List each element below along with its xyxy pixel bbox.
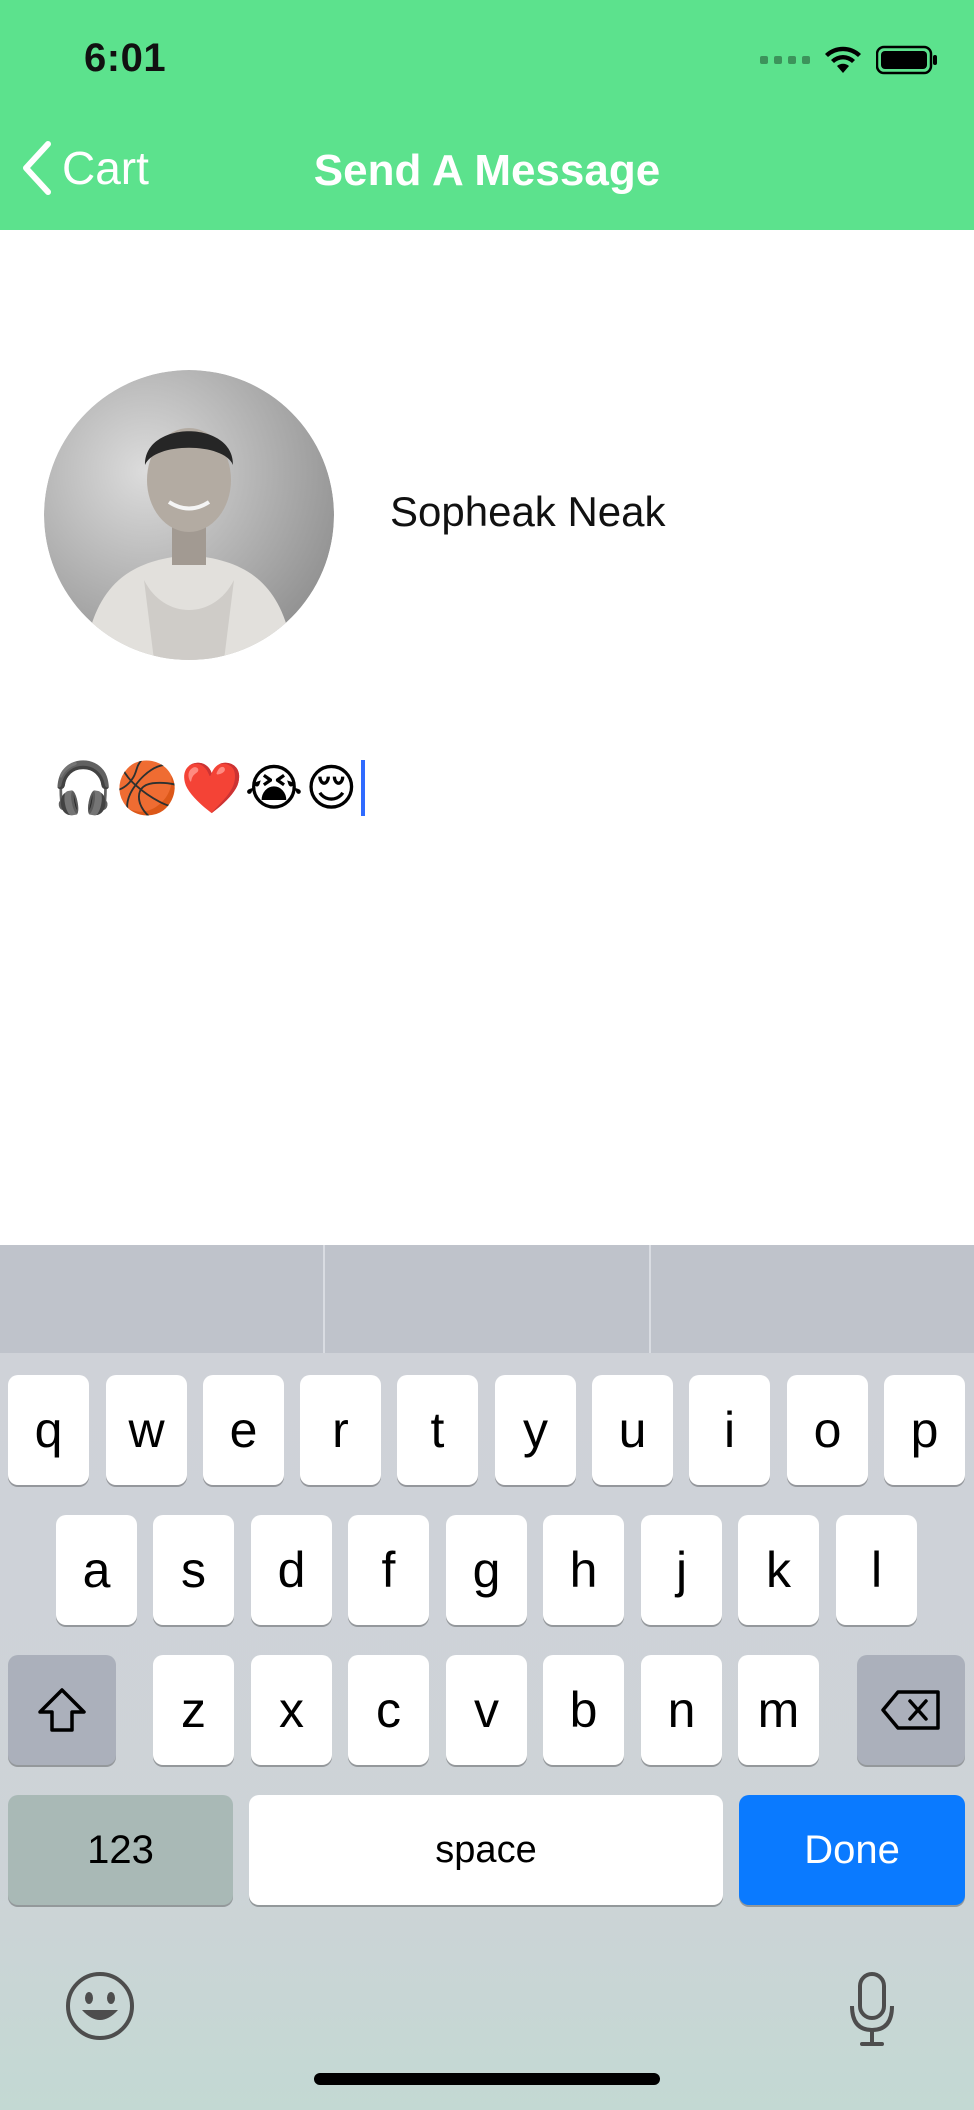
key-a[interactable]: a (56, 1515, 137, 1625)
numbers-key[interactable]: 123 (8, 1795, 233, 1905)
space-key[interactable]: space (249, 1795, 723, 1905)
shift-key[interactable] (8, 1655, 116, 1765)
key-i[interactable]: i (689, 1375, 770, 1485)
key-d[interactable]: d (251, 1515, 332, 1625)
done-key[interactable]: Done (739, 1795, 965, 1905)
emoji-icon[interactable] (64, 1970, 136, 2042)
backspace-icon (881, 1690, 940, 1730)
suggestion-divider (323, 1245, 325, 1353)
key-l[interactable]: l (836, 1515, 917, 1625)
suggestion-divider (649, 1245, 651, 1353)
status-indicators (760, 42, 938, 78)
home-indicator[interactable] (314, 2073, 660, 2085)
battery-icon (876, 45, 937, 75)
key-y[interactable]: y (495, 1375, 576, 1485)
key-z[interactable]: z (153, 1655, 234, 1765)
key-g[interactable]: g (446, 1515, 527, 1625)
key-x[interactable]: x (251, 1655, 332, 1765)
key-e[interactable]: e (203, 1375, 284, 1485)
cellular-signal-icon (760, 56, 810, 64)
key-k[interactable]: k (738, 1515, 819, 1625)
microphone-icon[interactable] (846, 1970, 898, 2050)
key-c[interactable]: c (348, 1655, 429, 1765)
delete-key[interactable] (857, 1655, 965, 1765)
shift-icon (38, 1688, 86, 1732)
wifi-icon (825, 46, 861, 73)
key-o[interactable]: o (787, 1375, 868, 1485)
key-u[interactable]: u (592, 1375, 673, 1485)
key-w[interactable]: w (106, 1375, 187, 1485)
message-input[interactable]: 🎧🏀❤️😭😌 (52, 758, 366, 818)
key-q[interactable]: q (8, 1375, 89, 1485)
page-title: Send A Message (313, 146, 661, 195)
status-time: 6:01 (84, 36, 167, 80)
key-s[interactable]: s (153, 1515, 234, 1625)
key-t[interactable]: t (397, 1375, 478, 1485)
key-j[interactable]: j (641, 1515, 722, 1625)
predictive-text-bar (0, 1245, 974, 1353)
key-m[interactable]: m (738, 1655, 819, 1765)
key-f[interactable]: f (348, 1515, 429, 1625)
key-r[interactable]: r (300, 1375, 381, 1485)
key-v[interactable]: v (446, 1655, 527, 1765)
message-text: 🎧🏀❤️😭😌 (52, 758, 360, 817)
text-caret (361, 760, 366, 816)
contact-name: Sopheak Neak (390, 488, 666, 535)
profile-photo (44, 370, 334, 660)
key-b[interactable]: b (543, 1655, 624, 1765)
key-p[interactable]: p (884, 1375, 965, 1485)
avatar (44, 370, 334, 660)
key-n[interactable]: n (641, 1655, 722, 1765)
key-h[interactable]: h (543, 1515, 624, 1625)
navigation-header: 6:01 Cart Send A Message (0, 0, 974, 230)
